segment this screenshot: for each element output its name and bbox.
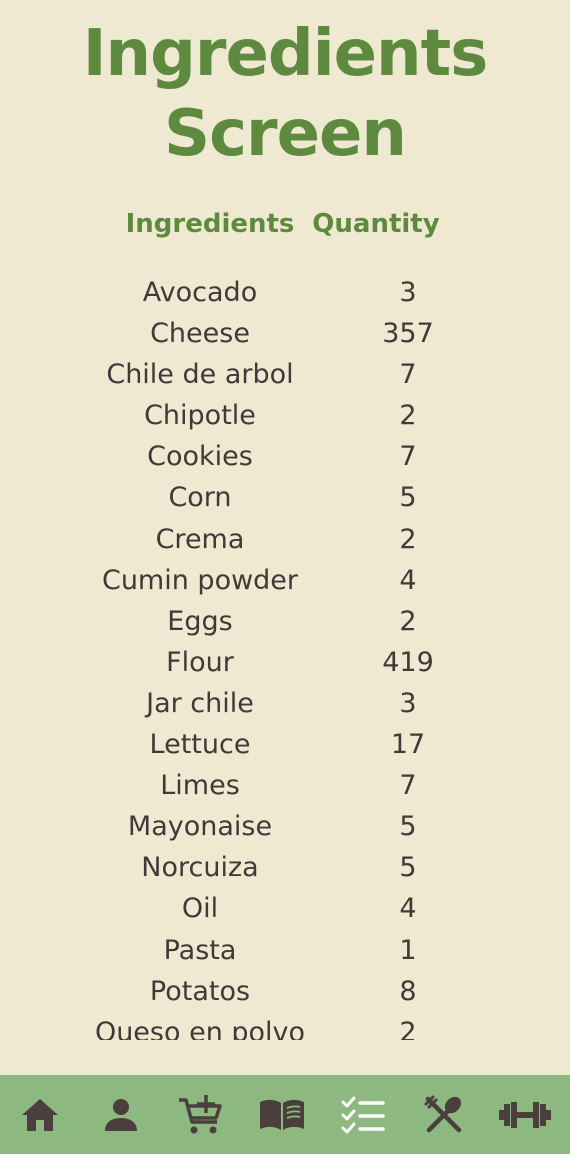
table-row: Lettuce 17 [0, 724, 570, 765]
ingredient-quantity: 2 [399, 605, 417, 637]
ingredient-quantity: 2 [399, 400, 417, 432]
quantity-column-header: Quantity [312, 209, 440, 239]
ingredient-quantity: 17 [390, 729, 426, 761]
ingredient-name: Lettuce [149, 729, 251, 761]
dumbbell-icon [498, 1100, 552, 1130]
table-row: Crema 2 [0, 519, 570, 560]
ingredient-name: Norcuiza [141, 852, 259, 884]
table-row: Chipotle 2 [0, 395, 570, 436]
ingredient-quantity: 2 [399, 1016, 417, 1040]
ingredient-quantity: 7 [399, 359, 417, 391]
table-row: Eggs 2 [0, 601, 570, 642]
table-row: Flour 419 [0, 642, 570, 683]
ingredient-name: Jar chile [146, 687, 254, 719]
ingredient-quantity: 5 [399, 482, 417, 514]
table-row: Avocado 3 [0, 272, 570, 313]
ingredient-quantity: 4 [399, 564, 417, 596]
ingredient-quantity: 3 [399, 687, 417, 719]
ingredient-name: Chipotle [144, 400, 256, 432]
nav-meals-button[interactable] [404, 1075, 484, 1154]
nav-ingredients-button[interactable] [323, 1075, 403, 1154]
person-icon [102, 1097, 140, 1133]
page-title-line1: Ingredients [82, 17, 489, 91]
nav-profile-button[interactable] [81, 1075, 161, 1154]
ingredient-name: Chile de arbol [106, 359, 294, 391]
table-row: Corn 5 [0, 477, 570, 518]
ingredient-name: Queso en polvo [94, 1016, 306, 1040]
ingredient-name: Corn [168, 482, 232, 514]
ingredient-name: Cookies [147, 441, 253, 473]
ingredient-quantity: 8 [399, 975, 417, 1007]
ingredients-list[interactable]: Avocado 3 Cheese 357 Chile de arbol 7 Chipo… [0, 272, 570, 1040]
page-title: Ingredients Screen [0, 14, 570, 174]
home-icon [20, 1097, 60, 1133]
ingredient-name: Cheese [150, 318, 250, 350]
ingredient-quantity: 357 [382, 318, 434, 350]
table-row: Cookies 7 [0, 436, 570, 477]
table-row: Potatos 8 [0, 971, 570, 1012]
checklist-icon [341, 1095, 385, 1135]
ingredient-name: Flour [166, 646, 234, 678]
ingredient-quantity: 4 [399, 893, 417, 925]
ingredient-name: Limes [160, 770, 240, 802]
ingredient-quantity: 7 [399, 770, 417, 802]
table-row: Cheese 357 [0, 313, 570, 354]
ingredient-quantity: 1 [399, 934, 417, 966]
table-row: Jar chile 3 [0, 683, 570, 724]
ingredient-quantity: 2 [399, 523, 417, 555]
ingredient-name: Pasta [163, 934, 237, 966]
table-row: Mayonaise 5 [0, 806, 570, 847]
ingredient-name: Oil [181, 893, 219, 925]
table-row: Pasta 1 [0, 930, 570, 971]
ingredient-name: Potatos [149, 975, 251, 1007]
ingredient-quantity: 5 [399, 811, 417, 843]
ingredient-name: Cumin powder [101, 564, 299, 596]
ingredients-column-header: Ingredients [125, 209, 295, 239]
table-row: Chile de arbol 7 [0, 354, 570, 395]
table-row: Oil 4 [0, 888, 570, 929]
table-row: Queso en polvo 2 [0, 1012, 570, 1040]
table-row: Limes 7 [0, 765, 570, 806]
utensils-icon [424, 1095, 464, 1135]
ingredient-name: Crema [155, 523, 245, 555]
ingredient-quantity: 419 [382, 646, 434, 678]
ingredient-name: Avocado [142, 277, 258, 308]
ingredient-name: Mayonaise [127, 811, 273, 843]
table-row: Norcuiza 5 [0, 847, 570, 888]
ingredient-quantity: 3 [399, 277, 417, 308]
add-to-cart-icon [177, 1094, 225, 1136]
nav-fitness-button[interactable] [485, 1075, 565, 1154]
nav-home-button[interactable] [0, 1075, 80, 1154]
nav-add-to-cart-button[interactable] [161, 1075, 241, 1154]
bottom-navigation-bar [0, 1075, 570, 1154]
table-row: Cumin powder 4 [0, 560, 570, 601]
ingredient-name: Eggs [167, 605, 233, 637]
ingredient-quantity: 5 [399, 852, 417, 884]
ingredient-quantity: 7 [399, 441, 417, 473]
book-icon [258, 1098, 306, 1132]
page-title-line2: Screen [164, 97, 407, 171]
nav-recipes-button[interactable] [242, 1075, 322, 1154]
